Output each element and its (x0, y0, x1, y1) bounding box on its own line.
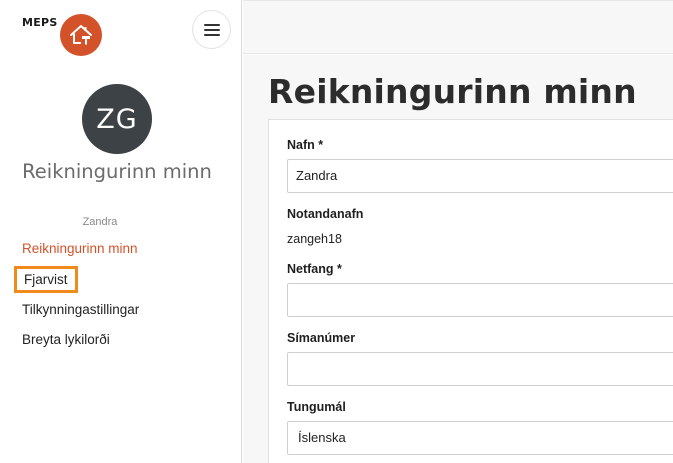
top-bar (243, 0, 673, 54)
email-field[interactable] (287, 283, 673, 317)
house-hammer-icon (60, 14, 102, 56)
phone-label: Símanúmer (287, 331, 356, 345)
email-label: Netfang * (287, 262, 342, 276)
sidebar: MEPS ZG Reikningurinn minn Zandra Reikni… (0, 0, 242, 463)
username-label: Notandanafn (287, 207, 364, 221)
brand-name: MEPS (22, 16, 58, 29)
sidebar-item-change-password[interactable]: Breyta lykilorði (22, 332, 110, 347)
name-field[interactable]: Zandra (287, 159, 673, 193)
sidebar-item-absence[interactable]: Fjarvist (14, 266, 78, 293)
profile-username: Zandra (82, 216, 118, 228)
name-label: Nafn * (287, 138, 324, 152)
main-content: Reikningurinn minn Nafn * Zandra Notanda… (243, 55, 673, 463)
profile-title: Reikningurinn minn (22, 160, 212, 183)
page-title: Reikningurinn minn (268, 72, 637, 111)
menu-toggle-button[interactable] (192, 10, 231, 49)
language-select[interactable]: Íslenska (287, 421, 673, 455)
username-value: zangeh18 (287, 232, 342, 246)
language-label: Tungumál (287, 400, 346, 414)
brand[interactable]: MEPS (22, 14, 102, 56)
sidebar-item-my-account[interactable]: Reikningurinn minn (22, 241, 138, 256)
account-form-card: Nafn * Zandra Notandanafn zangeh18 Netfa… (268, 119, 673, 463)
avatar: ZG (82, 84, 152, 154)
phone-field[interactable] (287, 352, 673, 386)
sidebar-item-notification-settings[interactable]: Tilkynningastillingar (22, 302, 139, 317)
hamburger-icon (203, 23, 220, 26)
